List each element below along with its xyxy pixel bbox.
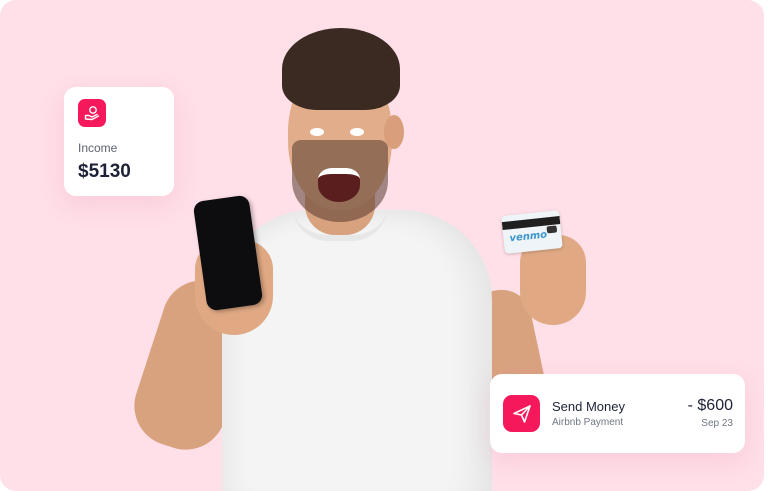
transaction-title: Send Money [552,399,625,414]
venmo-logo: venmo [509,229,548,245]
income-amount: $5130 [78,161,131,182]
right-eye [350,128,364,136]
hero-stage: venmo Income $5130 Send Money Airbnb Pay… [0,0,764,491]
income-card: Income $5130 [64,87,174,196]
card-signature-box [546,225,558,234]
hand-coin-icon [78,99,106,127]
open-mouth [318,168,360,202]
transaction-subtitle: Airbnb Payment [552,417,624,428]
transaction-date: Sep 23 [701,418,733,429]
transaction-amount: - $600 [687,397,733,414]
left-eye [310,128,324,136]
hair [282,28,400,110]
income-label: Income [78,141,118,155]
venmo-card: venmo [501,210,563,254]
paper-plane-icon [503,395,540,432]
transaction-card: Send Money Airbnb Payment - $600 Sep 23 [490,374,745,453]
